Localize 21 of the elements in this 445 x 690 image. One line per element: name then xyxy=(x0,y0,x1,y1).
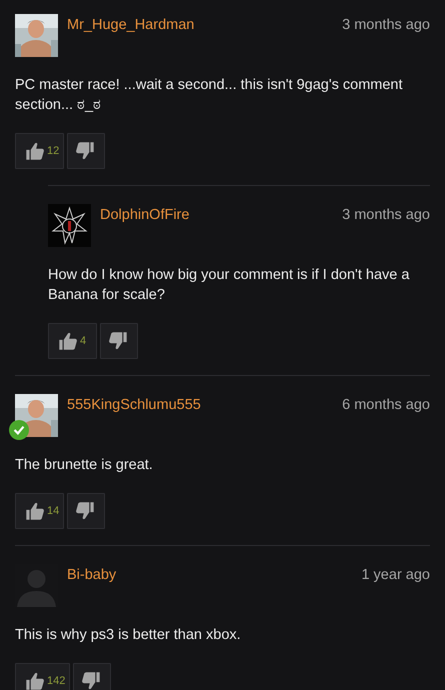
timestamp: 3 months ago xyxy=(342,207,430,223)
comment-text: PC master race! ...wait a second... this isn't 9gag's comment section... ಠ_ಠ xyxy=(15,76,404,115)
dislike-button[interactable] xyxy=(73,663,112,690)
timestamp: 6 months ago xyxy=(342,397,430,413)
like-button[interactable]: 142 xyxy=(15,663,70,690)
comment-text: This is why ps3 is better than xbox. xyxy=(15,626,242,645)
dislike-button[interactable] xyxy=(100,323,138,359)
username-link[interactable]: 555KingSchlumu555 xyxy=(67,397,342,413)
like-button[interactable]: 14 xyxy=(15,493,64,529)
dislike-button[interactable] xyxy=(67,133,106,169)
username-link[interactable]: DolphinOfFire xyxy=(100,207,342,223)
comment-text: The brunette is great. xyxy=(15,456,154,475)
username-link[interactable]: Mr_Huge_Hardman xyxy=(67,17,342,33)
dislike-button[interactable] xyxy=(67,493,106,529)
timestamp: 3 months ago xyxy=(342,17,430,33)
like-button[interactable]: 4 xyxy=(48,323,97,359)
timestamp: 1 year ago xyxy=(361,567,430,583)
like-button[interactable]: 12 xyxy=(15,133,64,169)
star-emblem-icon xyxy=(48,204,91,247)
comment-text: How do I know how big your comment is if I don't have a Banana for scale? xyxy=(48,266,410,305)
username-link[interactable]: Bi-baby xyxy=(67,567,362,583)
